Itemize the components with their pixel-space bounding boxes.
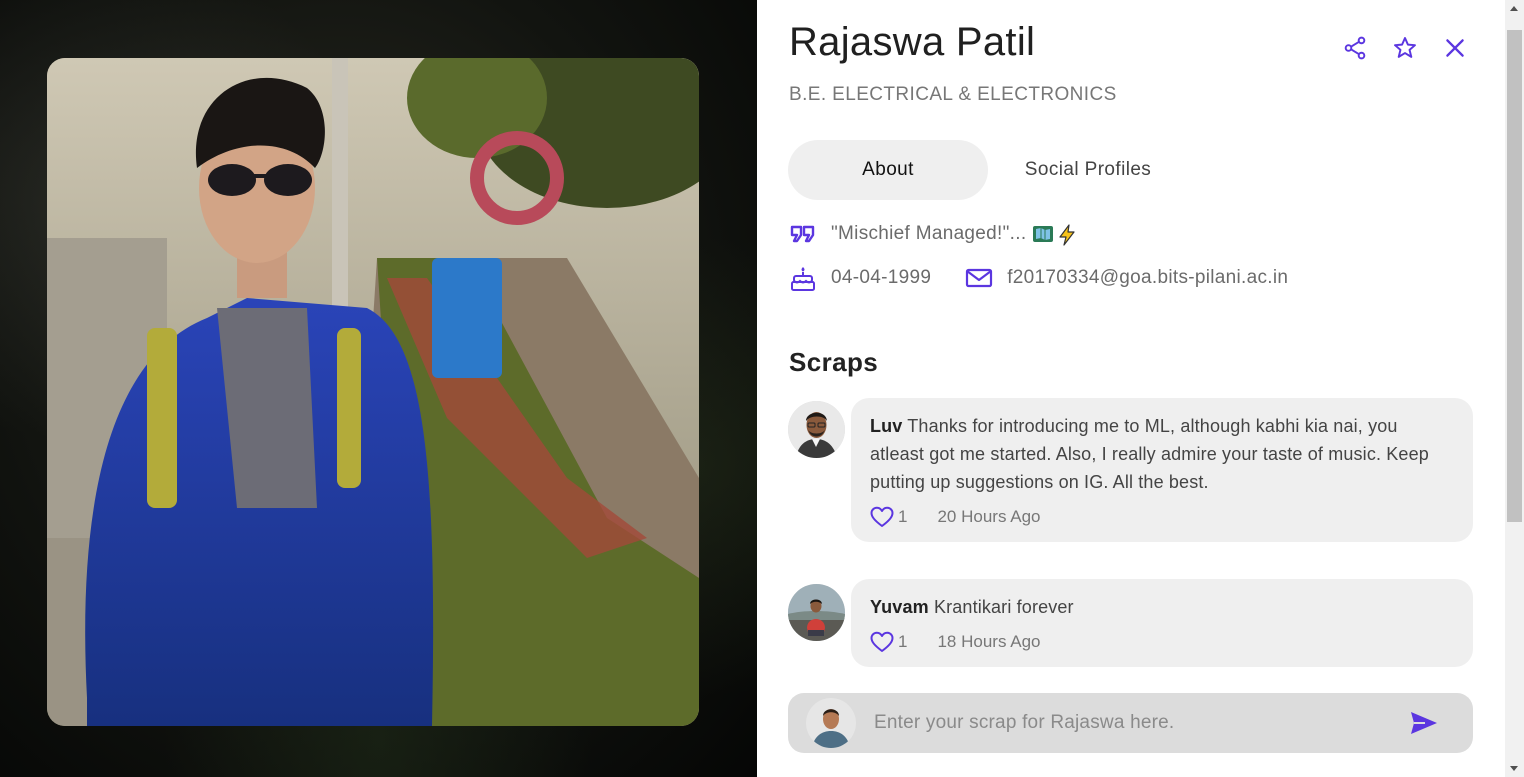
send-button[interactable]: [1407, 706, 1441, 740]
scrap-timestamp: 20 Hours Ago: [937, 507, 1041, 526]
tab-social-profiles[interactable]: Social Profiles: [988, 140, 1188, 200]
avatar[interactable]: [788, 584, 845, 641]
scraps-heading: Scraps: [789, 347, 879, 377]
like-button[interactable]: 1: [870, 631, 907, 653]
profile-quote: "Mischief Managed!"...: [831, 223, 1027, 244]
profile-photo: [47, 58, 699, 726]
close-icon: [1446, 39, 1464, 57]
profile-photo-illustration: [47, 58, 699, 726]
map-book-emoji: [1032, 224, 1054, 244]
cake-icon: [789, 264, 817, 292]
quote-icon: [789, 220, 817, 248]
close-button[interactable]: [1441, 34, 1469, 62]
scrap-text: Thanks for introducing me to ML, althoug…: [870, 416, 1429, 492]
top-actions: [1341, 34, 1469, 62]
like-count: 1: [898, 632, 908, 651]
favorite-button[interactable]: [1391, 34, 1419, 62]
scrap-item: Luv Thanks for introducing me to ML, alt…: [788, 398, 1473, 542]
like-count: 1: [898, 507, 908, 526]
like-button[interactable]: 1: [870, 506, 907, 528]
share-button[interactable]: [1341, 34, 1369, 62]
profile-tabs: About Social Profiles: [788, 140, 1188, 200]
heart-icon: [870, 631, 894, 652]
scrollbar-thumb[interactable]: [1507, 30, 1522, 522]
heart-icon: [870, 506, 894, 527]
scrap-bubble: Luv Thanks for introducing me to ML, alt…: [851, 398, 1473, 542]
share-icon: [1344, 36, 1366, 60]
scroll-up-arrow[interactable]: [1510, 6, 1518, 11]
scrap-message: Luv Thanks for introducing me to ML, alt…: [870, 412, 1453, 496]
avatar[interactable]: [788, 401, 845, 458]
scrap-meta: 1 18 Hours Ago: [870, 631, 1453, 653]
send-icon: [1411, 712, 1437, 734]
scrap-bubble: Yuvam Krantikari forever 1 18 Hours Ago: [851, 579, 1473, 667]
profile-degree: B.E. ELECTRICAL & ELECTRONICS: [789, 84, 1117, 105]
scrap-meta: 1 20 Hours Ago: [870, 506, 1453, 528]
quote-row: "Mischief Managed!"...: [789, 220, 1078, 248]
star-icon: [1394, 37, 1416, 58]
scrap-input[interactable]: [874, 712, 1407, 734]
profile-name: Rajaswa Patil: [789, 20, 1036, 64]
profile-birthday: 04-04-1999: [831, 267, 932, 288]
scrollbar[interactable]: [1505, 0, 1524, 777]
scrap-timestamp: 18 Hours Ago: [937, 632, 1041, 651]
tab-about[interactable]: About: [788, 140, 988, 200]
scrap-text: Krantikari forever: [933, 597, 1074, 617]
profile-email[interactable]: f20170334@goa.bits-pilani.ac.in: [1007, 267, 1288, 289]
scroll-down-arrow[interactable]: [1510, 766, 1518, 771]
photo-backdrop: [0, 0, 757, 777]
details-row: 04-04-1999 f20170334@goa.bits-pilani.ac.…: [789, 264, 1288, 292]
profile-panel: Rajaswa Patil B.E. ELECTRICAL & ELECTRON…: [757, 0, 1505, 777]
scrap-message: Yuvam Krantikari forever: [870, 593, 1453, 621]
scrap-author[interactable]: Yuvam: [870, 597, 929, 617]
mail-icon: [965, 264, 993, 292]
lightning-emoji: [1056, 224, 1078, 246]
current-user-avatar: [806, 698, 856, 748]
scrap-item: Yuvam Krantikari forever 1 18 Hours Ago: [788, 579, 1473, 667]
scrap-author[interactable]: Luv: [870, 416, 902, 436]
compose-bar: [788, 693, 1473, 753]
